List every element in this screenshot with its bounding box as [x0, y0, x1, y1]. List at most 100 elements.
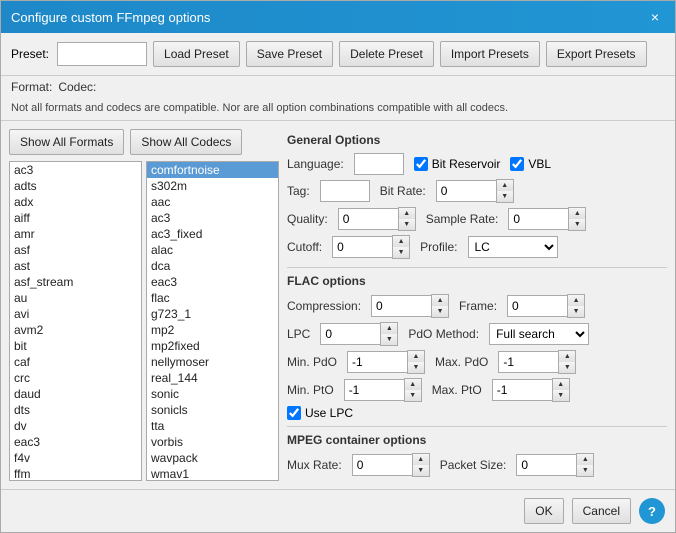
ok-button[interactable]: OK — [524, 498, 563, 524]
list-item[interactable]: asf — [10, 242, 141, 258]
load-preset-button[interactable]: Load Preset — [153, 41, 240, 67]
min-pto-down-button[interactable]: ▼ — [405, 390, 421, 401]
max-pdo-up-button[interactable]: ▲ — [559, 351, 575, 362]
show-all-formats-button[interactable]: Show All Formats — [9, 129, 124, 155]
list-item[interactable]: crc — [10, 370, 141, 386]
list-item[interactable]: eac3 — [10, 434, 141, 450]
quality-up-button[interactable]: ▲ — [399, 208, 415, 219]
muxrate-up-button[interactable]: ▲ — [413, 454, 429, 465]
lpc-down-button[interactable]: ▼ — [381, 334, 397, 345]
list-item[interactable]: tta — [147, 418, 278, 434]
list-item[interactable]: aiff — [10, 210, 141, 226]
max-pto-input[interactable] — [492, 379, 552, 401]
samplerate-up-button[interactable]: ▲ — [569, 208, 585, 219]
list-item[interactable]: ac3 — [10, 162, 141, 178]
delete-preset-button[interactable]: Delete Preset — [339, 41, 434, 67]
list-item[interactable]: ac3 — [147, 210, 278, 226]
min-pdo-input[interactable] — [347, 351, 407, 373]
list-item[interactable]: wavpack — [147, 450, 278, 466]
save-preset-button[interactable]: Save Preset — [246, 41, 333, 67]
list-item[interactable]: ac3_fixed — [147, 226, 278, 242]
compression-up-button[interactable]: ▲ — [432, 295, 448, 306]
compression-down-button[interactable]: ▼ — [432, 306, 448, 317]
list-item[interactable]: adts — [10, 178, 141, 194]
list-item[interactable]: au — [10, 290, 141, 306]
preset-input[interactable] — [57, 42, 147, 66]
list-item[interactable]: eac3 — [147, 274, 278, 290]
vbl-checkbox[interactable] — [510, 157, 524, 171]
compression-input[interactable] — [371, 295, 431, 317]
list-item[interactable]: amr — [10, 226, 141, 242]
format-list[interactable]: ac3 adts adx aiff amr asf ast asf_stream… — [9, 161, 142, 481]
export-presets-button[interactable]: Export Presets — [546, 41, 647, 67]
min-pdo-up-button[interactable]: ▲ — [408, 351, 424, 362]
list-item[interactable]: dts — [10, 402, 141, 418]
bitrate-up-button[interactable]: ▲ — [497, 180, 513, 191]
frame-down-button[interactable]: ▼ — [568, 306, 584, 317]
frame-up-button[interactable]: ▲ — [568, 295, 584, 306]
list-item[interactable]: caf — [10, 354, 141, 370]
list-item[interactable]: sonic — [147, 386, 278, 402]
list-item[interactable]: s302m — [147, 178, 278, 194]
list-item[interactable]: ast — [10, 258, 141, 274]
list-item[interactable]: mp2fixed — [147, 338, 278, 354]
list-item[interactable]: wmav1 — [147, 466, 278, 481]
bitrate-down-button[interactable]: ▼ — [497, 191, 513, 202]
max-pto-down-button[interactable]: ▼ — [553, 390, 569, 401]
max-pto-up-button[interactable]: ▲ — [553, 379, 569, 390]
list-item[interactable]: dv — [10, 418, 141, 434]
profile-select[interactable]: LC HE-AAC HE-AACv2 LD ELD — [468, 236, 558, 258]
show-all-codecs-button[interactable]: Show All Codecs — [130, 129, 242, 155]
packetsize-input[interactable] — [516, 454, 576, 476]
list-item[interactable]: aac — [147, 194, 278, 210]
language-input[interactable] — [354, 153, 404, 175]
list-item[interactable]: g723_1 — [147, 306, 278, 322]
cancel-button[interactable]: Cancel — [572, 498, 631, 524]
list-item[interactable]: adx — [10, 194, 141, 210]
codec-list[interactable]: comfortnoise s302m aac ac3 ac3_fixed ala… — [146, 161, 279, 481]
lpc-input[interactable] — [320, 323, 380, 345]
min-pdo-down-button[interactable]: ▼ — [408, 362, 424, 373]
cutoff-input[interactable] — [332, 236, 392, 258]
lpc-up-button[interactable]: ▲ — [381, 323, 397, 334]
list-item[interactable]: dca — [147, 258, 278, 274]
list-item[interactable]: vorbis — [147, 434, 278, 450]
help-button[interactable]: ? — [639, 498, 665, 524]
list-item[interactable]: avi — [10, 306, 141, 322]
max-pdo-input[interactable] — [498, 351, 558, 373]
list-item[interactable]: avm2 — [10, 322, 141, 338]
cutoff-down-button[interactable]: ▼ — [393, 247, 409, 258]
list-item[interactable]: asf_stream — [10, 274, 141, 290]
bit-reservoir-checkbox[interactable] — [414, 157, 428, 171]
samplerate-down-button[interactable]: ▼ — [569, 219, 585, 230]
muxrate-input[interactable] — [352, 454, 412, 476]
packetsize-down-button[interactable]: ▼ — [577, 465, 593, 476]
list-item[interactable]: nellymoser — [147, 354, 278, 370]
quality-input[interactable] — [338, 208, 398, 230]
list-item[interactable]: mp2 — [147, 322, 278, 338]
list-item[interactable]: bit — [10, 338, 141, 354]
packetsize-up-button[interactable]: ▲ — [577, 454, 593, 465]
samplerate-input[interactable] — [508, 208, 568, 230]
min-pto-input[interactable] — [344, 379, 404, 401]
cutoff-up-button[interactable]: ▲ — [393, 236, 409, 247]
list-item[interactable]: comfortnoise — [147, 162, 278, 178]
use-lpc-checkbox[interactable] — [287, 406, 301, 420]
list-item[interactable]: alac — [147, 242, 278, 258]
list-item[interactable]: flac — [147, 290, 278, 306]
tag-input[interactable] — [320, 180, 370, 202]
min-pto-up-button[interactable]: ▲ — [405, 379, 421, 390]
import-presets-button[interactable]: Import Presets — [440, 41, 540, 67]
list-item[interactable]: sonicls — [147, 402, 278, 418]
quality-down-button[interactable]: ▼ — [399, 219, 415, 230]
list-item[interactable]: f4v — [10, 450, 141, 466]
list-item[interactable]: ffm — [10, 466, 141, 481]
list-item[interactable]: real_144 — [147, 370, 278, 386]
frame-input[interactable] — [507, 295, 567, 317]
bitrate-input[interactable] — [436, 180, 496, 202]
pdo-method-select[interactable]: Full search None Levinson-Durbin — [489, 323, 589, 345]
close-button[interactable]: × — [645, 7, 665, 27]
muxrate-down-button[interactable]: ▼ — [413, 465, 429, 476]
list-item[interactable]: daud — [10, 386, 141, 402]
max-pdo-down-button[interactable]: ▼ — [559, 362, 575, 373]
